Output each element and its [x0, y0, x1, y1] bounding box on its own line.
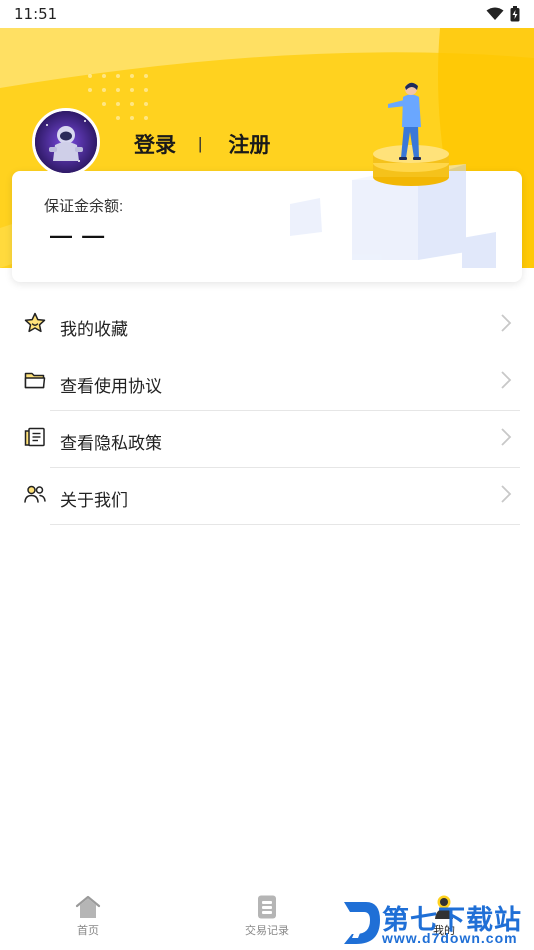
menu-list: 我的收藏 查看使用协议 查看隐私政策 关于我们: [0, 297, 534, 525]
deposit-balance-value: — —: [50, 223, 107, 248]
chevron-right-icon: [501, 428, 512, 446]
d7-logo-icon: [344, 902, 380, 944]
astronaut-avatar-icon: [35, 111, 97, 173]
folder-icon: [24, 372, 46, 389]
users-icon: [24, 485, 46, 503]
menu-item-label: 我的收藏: [60, 320, 128, 339]
status-bar: 11:51: [0, 0, 534, 28]
status-time: 11:51: [14, 5, 58, 23]
login-link[interactable]: 登录: [134, 129, 176, 159]
menu-item-label: 关于我们: [60, 491, 128, 510]
chevron-right-icon: [501, 314, 512, 332]
document-icon: [24, 427, 45, 447]
avatar[interactable]: [32, 108, 100, 176]
chevron-right-icon: [501, 371, 512, 389]
menu-item-user-agreement[interactable]: 查看使用协议: [0, 354, 534, 411]
tab-label: 交易记录: [245, 925, 289, 937]
tab-home[interactable]: 首页: [38, 892, 138, 948]
home-icon: [75, 895, 101, 918]
watermark-url: www.d7down.com: [382, 930, 518, 946]
tab-transaction-records[interactable]: 交易记录: [217, 892, 317, 948]
star-icon: [24, 312, 46, 333]
wifi-icon: [486, 7, 504, 20]
menu-item-privacy-policy[interactable]: 查看隐私政策: [0, 411, 534, 468]
menu-item-label: 查看使用协议: [60, 377, 162, 396]
site-watermark: 第七下载站 www.d7down.com: [338, 896, 534, 950]
deposit-balance-card: 保证金余额: — —: [12, 171, 522, 282]
deposit-balance-label: 保证金余额:: [44, 198, 124, 215]
chevron-right-icon: [501, 485, 512, 503]
menu-item-favorites[interactable]: 我的收藏: [0, 297, 534, 354]
system-icons: [486, 6, 520, 22]
auth-separator: |: [198, 134, 203, 153]
battery-icon: [510, 6, 520, 22]
menu-item-label: 查看隐私政策: [60, 434, 162, 453]
menu-divider: [50, 524, 520, 525]
menu-item-about-us[interactable]: 关于我们: [0, 468, 534, 525]
tab-label: 首页: [77, 925, 99, 937]
register-link[interactable]: 注册: [228, 129, 270, 159]
auth-links: 登录 | 注册: [134, 129, 270, 159]
list-icon: [258, 895, 276, 919]
